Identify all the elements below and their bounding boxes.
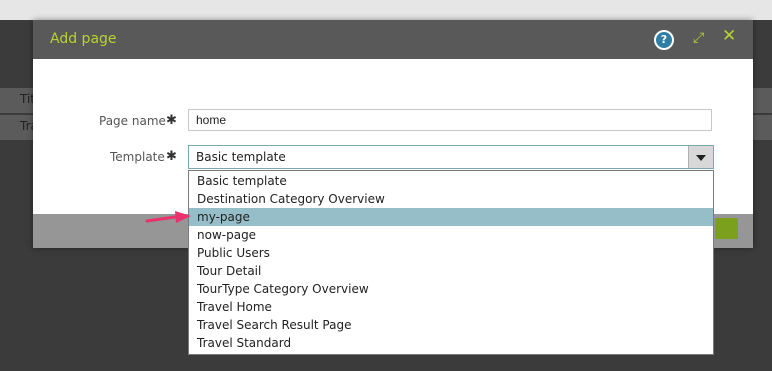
- dropdown-option-label: my-page: [197, 210, 250, 224]
- template-select[interactable]: Basic template: [188, 145, 714, 169]
- required-marker: ✱: [166, 149, 177, 164]
- template-dropdown-list: Basic template Destination Category Over…: [188, 170, 714, 355]
- confirm-button[interactable]: [715, 218, 738, 239]
- dropdown-option[interactable]: now-page: [189, 226, 713, 244]
- page-name-input[interactable]: [188, 109, 712, 131]
- template-label: Template: [110, 150, 165, 164]
- dropdown-option-label: TourType Category Overview: [197, 282, 369, 296]
- background-topbar: [0, 0, 772, 20]
- dropdown-option-label: now-page: [197, 228, 257, 242]
- dropdown-option-label: Destination Category Overview: [197, 192, 385, 206]
- dropdown-option-label: Tour Detail: [197, 264, 262, 278]
- dropdown-option[interactable]: Destination Category Overview: [189, 190, 713, 208]
- template-select-value: Basic template: [196, 150, 286, 164]
- dropdown-option-label: Travel Home: [197, 300, 272, 314]
- dropdown-option[interactable]: Travel Home: [189, 298, 713, 316]
- dropdown-option-highlighted[interactable]: my-page: [189, 208, 713, 226]
- dialog-title: Add page: [50, 31, 117, 47]
- dropdown-option[interactable]: TourType Category Overview: [189, 280, 713, 298]
- chevron-down-icon: [696, 155, 706, 161]
- dropdown-option[interactable]: Tour Detail: [189, 262, 713, 280]
- expand-icon[interactable]: ⤢: [693, 29, 704, 47]
- dropdown-option[interactable]: Travel Search Result Page: [189, 316, 713, 334]
- dropdown-option[interactable]: Travel Standard: [189, 334, 713, 352]
- dropdown-option-label: Travel Search Result Page: [197, 318, 352, 332]
- dropdown-option-label: Travel Standard: [197, 336, 292, 350]
- dropdown-option[interactable]: Public Users: [189, 244, 713, 262]
- dropdown-option[interactable]: Basic template: [189, 172, 713, 190]
- dialog-header: Add page ? ⤢ ✕: [33, 20, 753, 59]
- help-icon[interactable]: ?: [654, 30, 674, 50]
- dropdown-toggle[interactable]: [688, 146, 713, 168]
- required-marker: ✱: [166, 113, 177, 128]
- pointer-arrow-icon: [145, 211, 191, 223]
- dropdown-option-label: Public Users: [197, 246, 270, 260]
- dropdown-option-label: Basic template: [197, 174, 287, 188]
- close-icon[interactable]: ✕: [722, 27, 736, 45]
- page-name-label: Page name: [99, 114, 166, 128]
